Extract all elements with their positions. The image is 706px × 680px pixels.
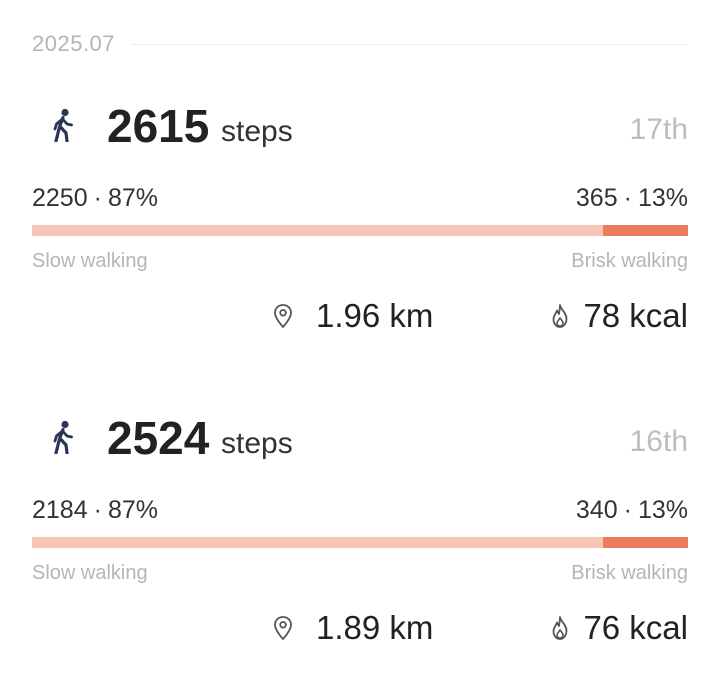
slow-walking-label: Slow walking [32,562,148,584]
steps-count: 2615 [107,100,210,152]
flame-icon [553,304,568,328]
flame-icon [553,616,568,640]
slow-walking-stat: 2250 · 87% [32,184,158,213]
slow-walking-count: 2184 [32,496,88,524]
month-divider [131,43,688,45]
month-header: 2025.07 [32,28,688,60]
brisk-walking-count: 340 [575,496,618,524]
brisk-walking-stat: 365 · 13% [576,184,688,213]
separator-dot: · [623,496,632,524]
brisk-walking-count: 365 [575,184,618,212]
month-label: 2025.07 [32,31,116,56]
calories-value: 76 kcal [583,609,688,646]
slow-walking-label: Slow walking [32,250,148,272]
walking-legend: Slow walking Brisk walking [32,250,688,278]
distance-stat: 1.96 km [272,293,433,339]
steps-row: 2615 steps 17th [32,90,688,160]
slow-walking-count: 2250 [32,184,88,212]
separator-dot: · [623,184,632,212]
steps-split-row: 2250 · 87% 365 · 13% [32,184,688,218]
calories-value: 78 kcal [583,297,688,334]
distance-stat: 1.89 km [272,605,433,651]
steps-count: 2524 [107,412,210,464]
calories-stat: 78 kcal [549,293,688,339]
slow-walking-stat: 2184 · 87% [32,496,158,525]
day-record-card[interactable]: 2615 steps 17th 2250 · 87% 365 · 13% Slow wa… [32,90,688,340]
steps-unit: steps [221,427,293,460]
brisk-walking-label: Brisk walking [571,250,688,272]
location-pin-icon [274,304,292,328]
brisk-walking-bar [602,537,688,548]
brisk-walking-stat: 340 · 13% [576,496,688,525]
brisk-walking-percent: 13% [637,496,688,524]
brisk-walking-bar [602,225,688,236]
day-date: 17th [629,113,688,146]
metrics-row: 1.96 km 78 kcal [32,293,688,339]
location-pin-icon [274,616,292,640]
brisk-walking-label: Brisk walking [571,562,688,584]
steps-unit: steps [221,115,293,148]
distance-value: 1.89 km [316,609,434,646]
day-date: 16th [629,425,688,458]
separator-dot: · [93,496,102,524]
steps-row: 2524 steps 16th [32,402,688,472]
steps-split-row: 2184 · 87% 340 · 13% [32,496,688,530]
walking-split-bar [32,225,688,236]
walking-legend: Slow walking Brisk walking [32,562,688,590]
walking-split-bar [32,537,688,548]
separator-dot: · [93,184,102,212]
walking-person-icon [53,108,73,142]
walking-person-icon [53,420,73,454]
brisk-walking-percent: 13% [637,184,688,212]
distance-value: 1.96 km [316,297,434,334]
slow-walking-percent: 87% [107,496,158,524]
metrics-row: 1.89 km 76 kcal [32,605,688,651]
calories-stat: 76 kcal [549,605,688,651]
day-record-card[interactable]: 2524 steps 16th 2184 · 87% 340 · 13% Slow wa… [32,402,688,652]
slow-walking-percent: 87% [107,184,158,212]
